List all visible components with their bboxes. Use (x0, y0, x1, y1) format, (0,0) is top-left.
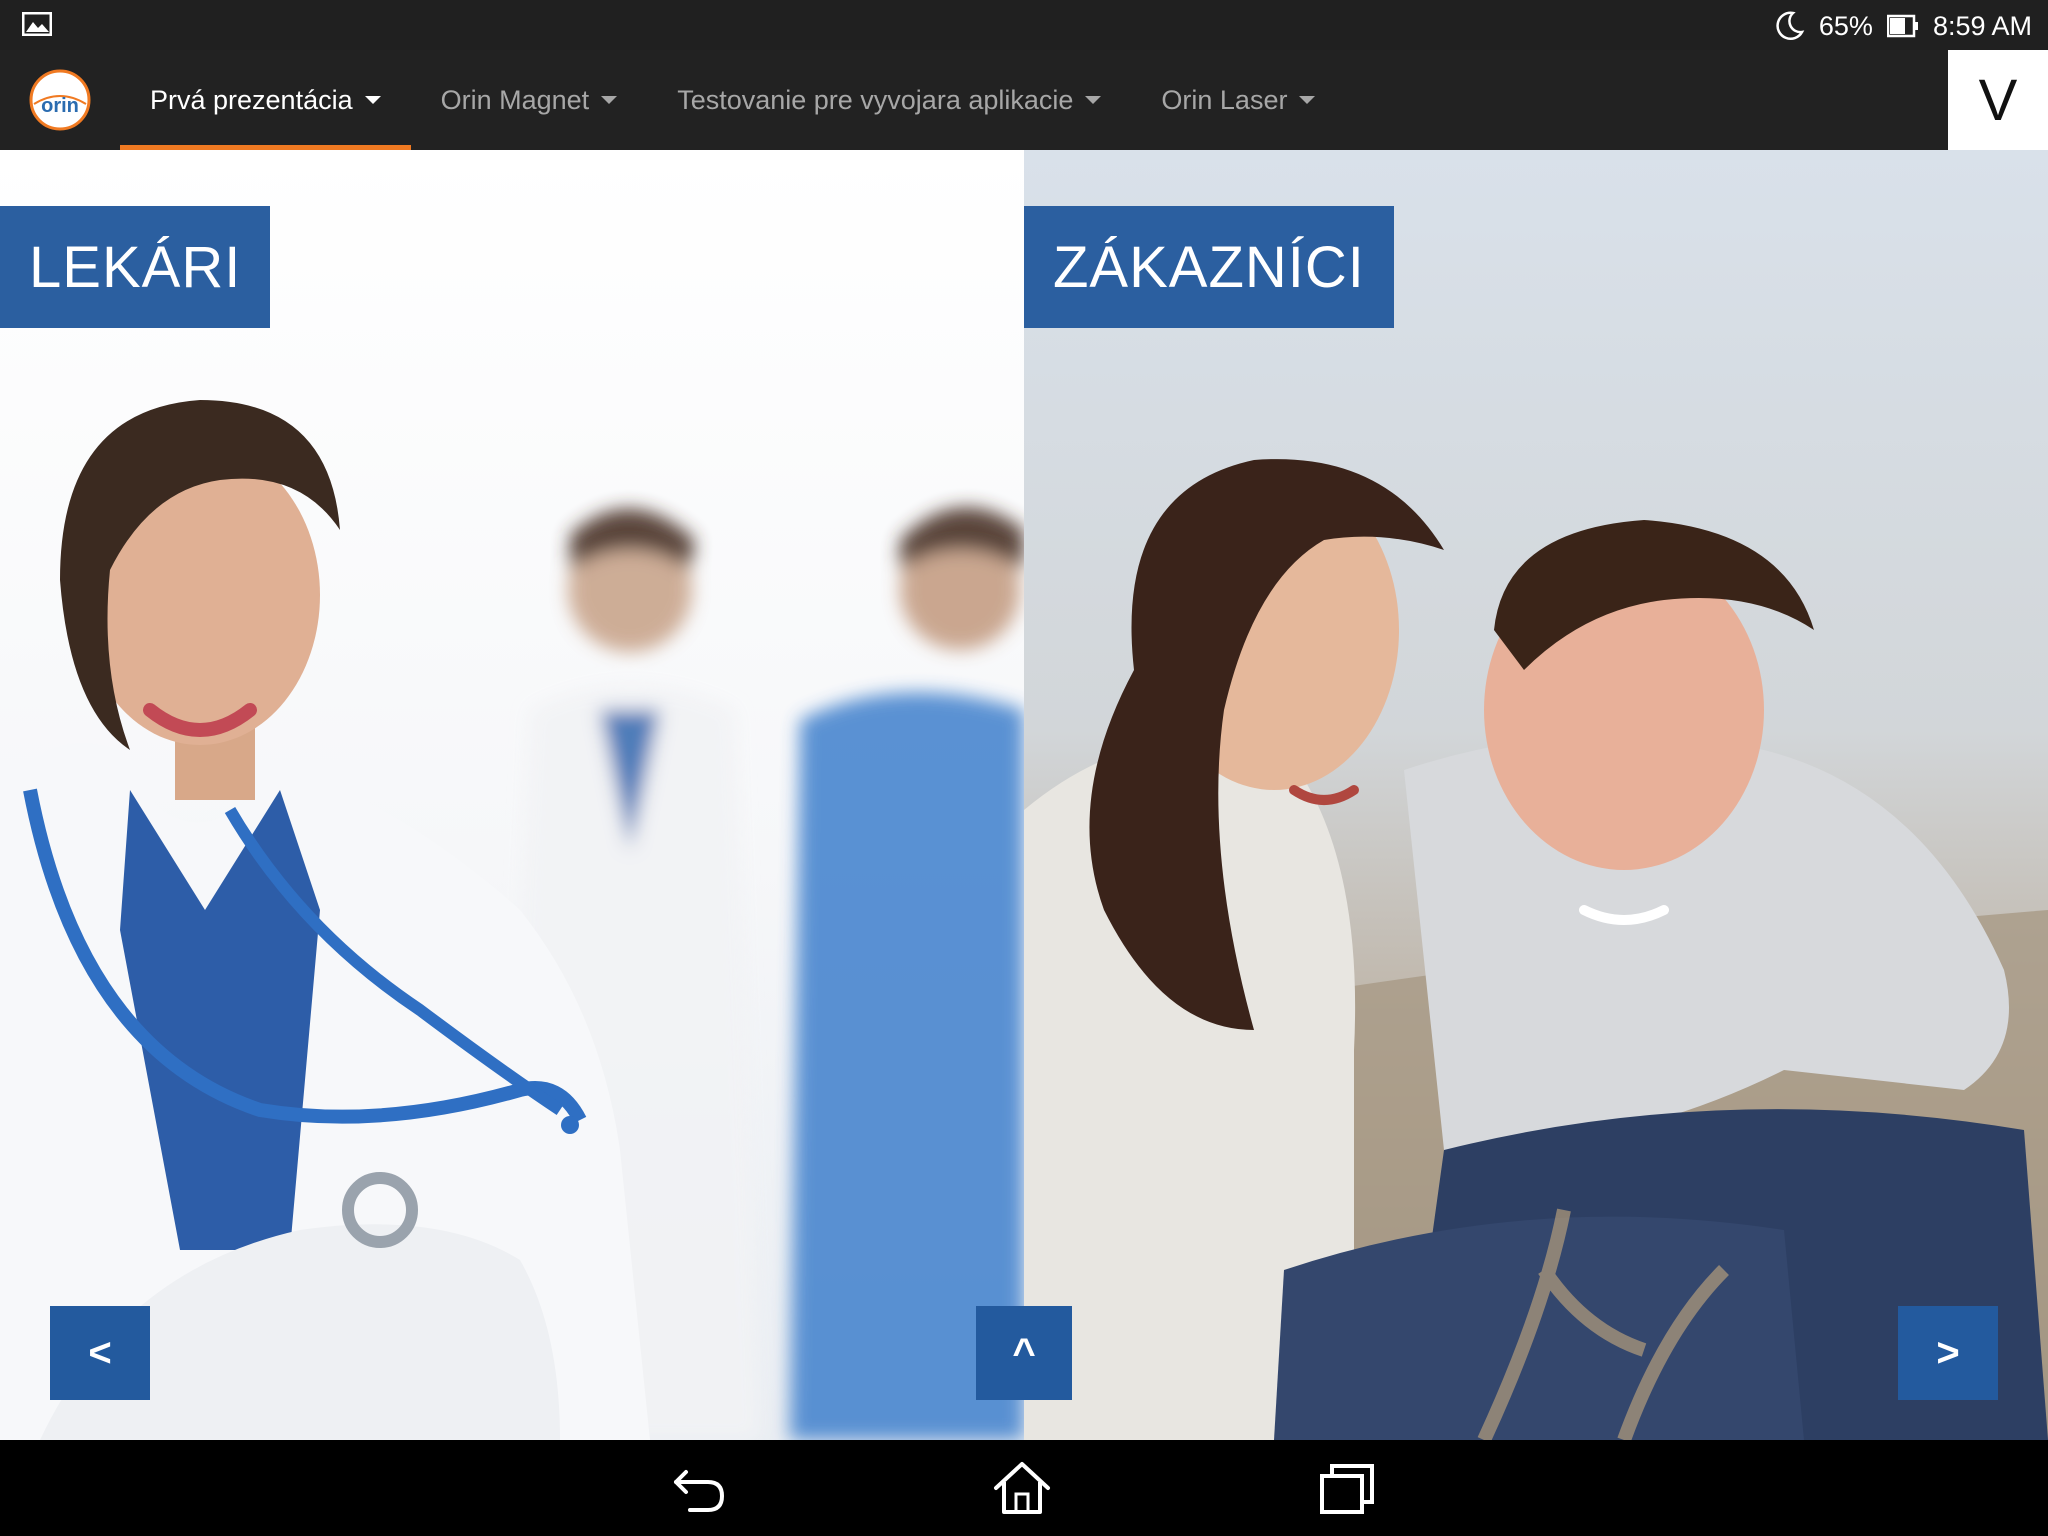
customers-photo (1024, 459, 2048, 1440)
nav-item-label: Prvá prezentácia (150, 84, 353, 115)
chevron-down-icon (601, 96, 618, 104)
battery-icon (1886, 14, 1918, 38)
chevron-down-icon (364, 96, 381, 104)
doctors-photo (0, 400, 1024, 1440)
doctors-panel[interactable]: LEKÁRI (0, 150, 1024, 1440)
status-right-group: 65% 8:59 AM (1773, 8, 2032, 44)
nav-item-prva-prezentacia[interactable]: Prvá prezentácia (120, 50, 411, 150)
prev-button[interactable]: < (50, 1306, 150, 1400)
svg-text:orin: orin (41, 95, 79, 117)
nav-item-testovanie[interactable]: Testovanie pre vyvojara aplikacie (647, 50, 1131, 150)
battery-percent: 65% (1818, 10, 1873, 41)
status-bar: 65% 8:59 AM (0, 0, 2048, 50)
app-bar: orin Prvá prezentácia Orin Magnet Testov… (0, 50, 2048, 150)
main-nav: Prvá prezentácia Orin Magnet Testovanie … (120, 50, 1345, 150)
tablet-screen: 65% 8:59 AM orin Prvá prezentácia Orin M… (0, 0, 2048, 1536)
chevron-down-icon (1299, 96, 1316, 104)
doctors-label[interactable]: LEKÁRI (0, 206, 271, 328)
home-icon[interactable] (992, 1458, 1052, 1518)
nav-item-label: Orin Laser (1161, 84, 1288, 115)
up-button[interactable]: ^ (976, 1306, 1072, 1400)
nav-item-orin-magnet[interactable]: Orin Magnet (411, 50, 648, 150)
gallery-icon (22, 12, 52, 36)
next-button[interactable]: > (1898, 1306, 1998, 1400)
orin-logo[interactable]: orin (28, 68, 92, 132)
content-area: LEKÁRI ZÁKAZNÍCI < ^ > (0, 150, 2048, 1440)
recent-apps-icon[interactable] (1318, 1458, 1378, 1518)
chevron-down-icon (1085, 96, 1102, 104)
nav-item-orin-laser[interactable]: Orin Laser (1131, 50, 1345, 150)
nav-item-label: Testovanie pre vyvojara aplikacie (677, 84, 1074, 115)
v-menu-button[interactable]: V (1948, 50, 2048, 150)
customers-label[interactable]: ZÁKAZNÍCI (1024, 206, 1394, 328)
nav-item-label: Orin Magnet (440, 84, 590, 115)
customers-panel[interactable]: ZÁKAZNÍCI (1024, 150, 2048, 1440)
back-icon[interactable] (670, 1458, 730, 1518)
clock: 8:59 AM (1932, 10, 2032, 41)
moon-icon (1776, 11, 1805, 41)
system-nav-bar (0, 1440, 2048, 1536)
